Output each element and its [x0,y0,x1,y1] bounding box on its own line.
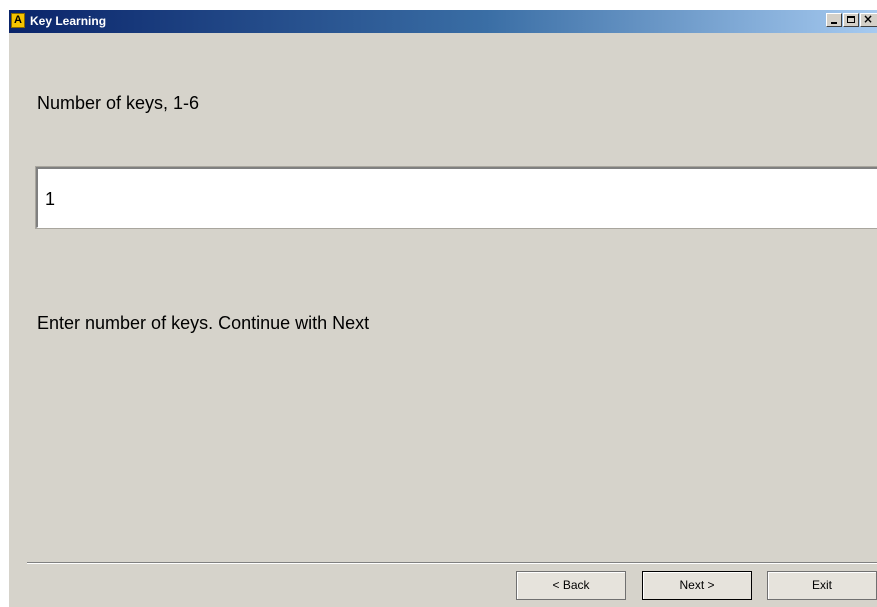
button-separator [27,562,877,564]
maximize-icon [847,16,855,23]
close-icon: × [863,12,874,26]
number-of-keys-input[interactable] [35,166,877,229]
window-title: Key Learning [30,14,107,28]
keys-prompt-label: Number of keys, 1-6 [37,93,200,113]
close-button[interactable]: × [860,12,877,27]
maximize-button[interactable] [843,13,859,27]
instruction-text: Enter number of keys. Continue with Next [37,313,370,333]
next-button[interactable]: Next > [642,571,752,600]
title-bar[interactable]: A Key Learning × [9,10,877,33]
minimize-icon [831,22,837,24]
exit-button[interactable]: Exit [767,571,877,600]
minimize-button[interactable] [826,13,842,27]
app-icon: A [11,13,25,28]
key-learning-window: A Key Learning × Number of keys, 1-6 Ent… [9,10,877,607]
back-button[interactable]: < Back [516,571,626,600]
